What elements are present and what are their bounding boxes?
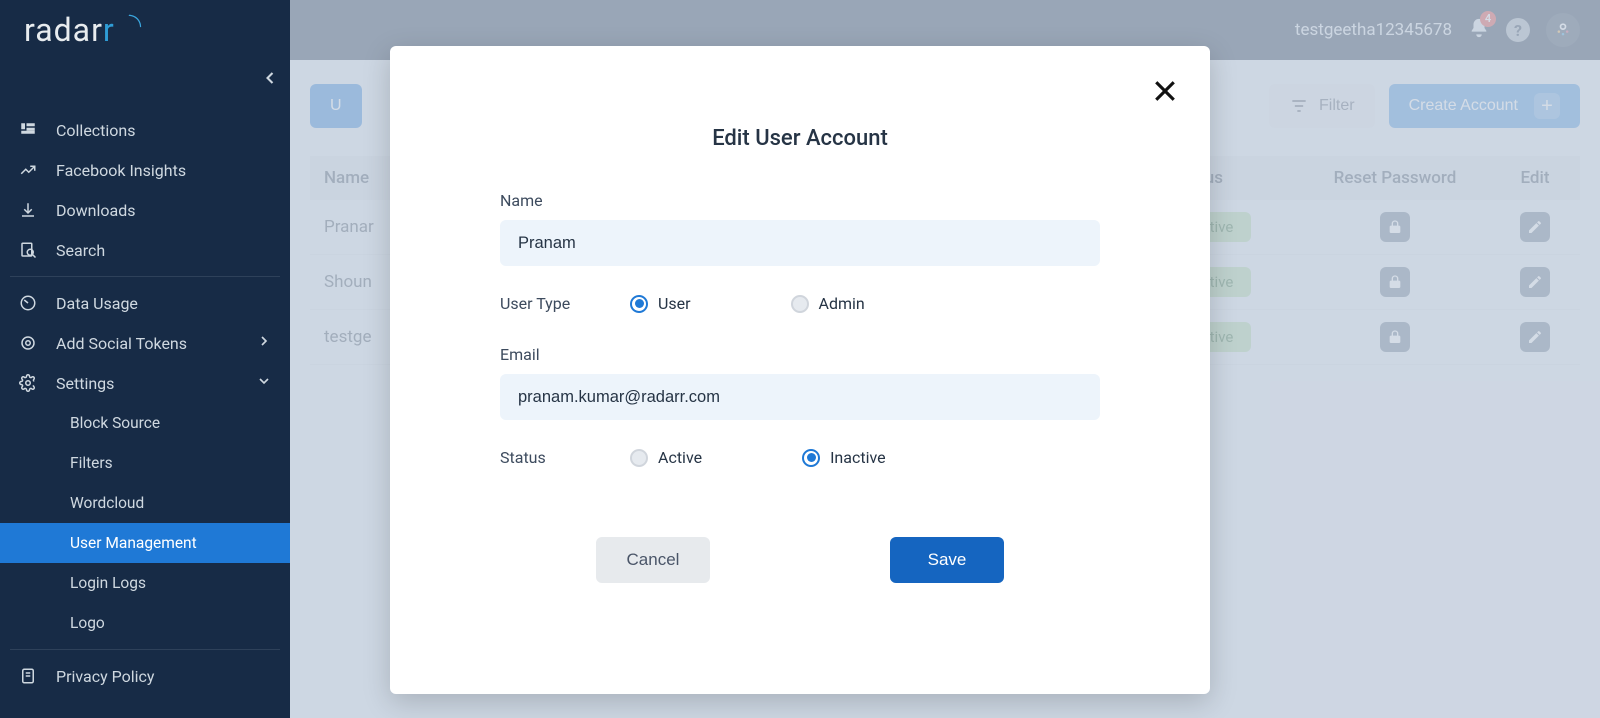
sidebar-label: Settings xyxy=(56,374,114,393)
sidebar-label: Data Usage xyxy=(56,294,138,313)
sidebar-label: Facebook Insights xyxy=(56,161,186,180)
radio-admin[interactable]: Admin xyxy=(791,294,865,313)
sidebar-sub-logo[interactable]: Logo xyxy=(0,603,290,643)
sidebar-label: Add Social Tokens xyxy=(56,334,187,353)
email-label: Email xyxy=(500,345,1100,364)
sidebar-item-privacy[interactable]: Privacy Policy xyxy=(0,656,290,696)
sub-label: Block Source xyxy=(70,414,160,432)
chevron-right-icon xyxy=(256,333,272,353)
sub-label: Filters xyxy=(70,454,113,472)
sidebar-item-social-tokens[interactable]: Add Social Tokens xyxy=(0,323,290,363)
btn-label: Cancel xyxy=(627,550,680,570)
download-icon xyxy=(18,200,38,220)
sidebar-sub-block-source[interactable]: Block Source xyxy=(0,403,290,443)
wifi-icon: ⌒ xyxy=(116,8,148,40)
modal-title: Edit User Account xyxy=(500,126,1100,151)
status-label: Status xyxy=(500,448,630,467)
close-icon xyxy=(1150,76,1180,106)
sidebar-item-downloads[interactable]: Downloads xyxy=(0,190,290,230)
gear-icon xyxy=(18,373,38,393)
email-input[interactable] xyxy=(500,374,1100,420)
sidebar-item-search[interactable]: Search xyxy=(0,230,290,270)
sidebar: Collections Facebook Insights Downloads … xyxy=(0,60,290,718)
divider xyxy=(10,276,280,277)
sidebar-item-data-usage[interactable]: Data Usage xyxy=(0,283,290,323)
sidebar-sub-wordcloud[interactable]: Wordcloud xyxy=(0,483,290,523)
sidebar-sub-filters[interactable]: Filters xyxy=(0,443,290,483)
logo-accent: r xyxy=(103,11,115,49)
nav: Collections Facebook Insights Downloads … xyxy=(0,60,290,696)
radio-icon xyxy=(802,449,820,467)
divider xyxy=(10,649,280,650)
radio-label: Active xyxy=(658,448,702,467)
radio-icon xyxy=(791,295,809,313)
sidebar-label: Privacy Policy xyxy=(56,667,155,686)
usertype-label: User Type xyxy=(500,294,630,313)
radio-label: Inactive xyxy=(830,448,886,467)
sub-label: User Management xyxy=(70,534,197,552)
radio-icon xyxy=(630,449,648,467)
search-file-icon xyxy=(18,240,38,260)
save-button[interactable]: Save xyxy=(890,537,1004,583)
token-icon xyxy=(18,333,38,353)
chevron-down-icon xyxy=(256,373,272,393)
chevron-left-icon xyxy=(260,68,280,88)
collections-icon xyxy=(18,120,38,140)
cancel-button[interactable]: Cancel xyxy=(596,537,710,583)
modal-close-button[interactable] xyxy=(1150,76,1180,110)
name-input[interactable] xyxy=(500,220,1100,266)
radio-label: User xyxy=(658,294,691,313)
edit-user-modal: Edit User Account Name User Type User Ad… xyxy=(390,46,1210,694)
sidebar-item-settings[interactable]: Settings xyxy=(0,363,290,403)
sidebar-label: Collections xyxy=(56,121,136,140)
sidebar-item-collections[interactable]: Collections xyxy=(0,110,290,150)
sidebar-collapse-button[interactable] xyxy=(260,68,280,92)
app-logo: radarr⌒ xyxy=(24,11,136,49)
sub-label: Login Logs xyxy=(70,574,146,592)
chart-icon xyxy=(18,160,38,180)
btn-label: Save xyxy=(928,550,967,570)
radio-user[interactable]: User xyxy=(630,294,691,313)
name-label: Name xyxy=(500,191,1100,210)
radio-active[interactable]: Active xyxy=(630,448,702,467)
sub-label: Logo xyxy=(70,614,105,632)
sub-label: Wordcloud xyxy=(70,494,144,512)
sidebar-item-facebook-insights[interactable]: Facebook Insights xyxy=(0,150,290,190)
radio-icon xyxy=(630,295,648,313)
sidebar-label: Downloads xyxy=(56,201,135,220)
sidebar-label: Search xyxy=(56,241,105,260)
radio-label: Admin xyxy=(819,294,865,313)
meter-icon xyxy=(18,293,38,313)
document-icon xyxy=(18,666,38,686)
radio-inactive[interactable]: Inactive xyxy=(802,448,886,467)
sidebar-sub-user-management[interactable]: User Management xyxy=(0,523,290,563)
logo-text: radar xyxy=(24,11,103,49)
sidebar-sub-login-logs[interactable]: Login Logs xyxy=(0,563,290,603)
